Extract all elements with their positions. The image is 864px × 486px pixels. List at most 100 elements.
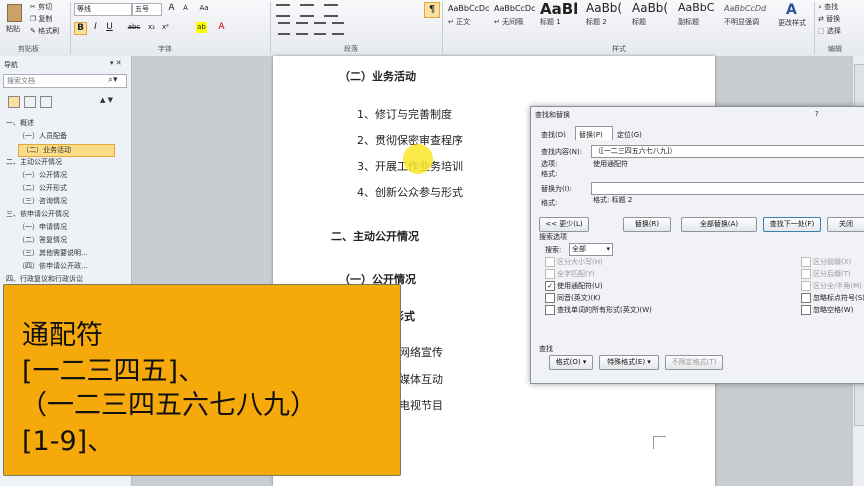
nav-results-tab[interactable] [40, 96, 52, 108]
style-name: 标题 1 [540, 18, 561, 26]
change-case-button[interactable]: Aa [196, 3, 212, 14]
copy-button[interactable]: ❐ 复制 [30, 14, 53, 24]
annotation-line: （一二三四五六七八九） [20, 390, 317, 421]
underline-button[interactable]: U [104, 22, 115, 33]
style-heading2[interactable]: AaBb(标题 2 [584, 0, 628, 40]
justify-icon[interactable] [332, 22, 344, 35]
help-icon[interactable]: ? [815, 110, 819, 118]
font-size-select[interactable]: 五号 [132, 3, 162, 16]
select-button[interactable]: ⬚ 选择 [818, 26, 841, 36]
tab-goto[interactable]: 定位(G) [617, 130, 642, 140]
doc-line[interactable]: 网络宣传 [399, 344, 443, 360]
nav-heading-item[interactable]: （二）公开形式 [18, 183, 67, 194]
nav-close-icon[interactable]: ▾ ✕ [110, 59, 122, 67]
nav-heading-item[interactable]: （一）人员配备 [18, 131, 67, 142]
doc-line[interactable]: 1、修订与完善制度 [357, 106, 452, 122]
doc-line[interactable]: 4、创新公众参与形式 [357, 184, 463, 200]
find-next-button[interactable]: 查找下一处(F) [763, 217, 821, 232]
search-direction-select[interactable]: 全部 ▾ [569, 243, 613, 256]
style-subtle-emphasis[interactable]: AaBbCcDd 不明显强调 [722, 0, 766, 40]
nav-heading-item[interactable]: 二、主动公开情况 [6, 157, 62, 168]
checkbox[interactable]: ✓ [545, 281, 555, 291]
strikethrough-button[interactable]: abc [126, 22, 142, 33]
nav-heading-item[interactable]: 三、依申请公开情况 [6, 209, 69, 220]
font-name-select[interactable]: 等线 [74, 3, 132, 16]
copy-label: 复制 [38, 15, 53, 23]
style-name: 副标题 [678, 18, 699, 26]
nav-heading-item[interactable]: （二）答复情况 [18, 235, 67, 246]
search-icon[interactable]: ⌕▾ [108, 75, 118, 85]
find-replace-dialog: 查找和替换 ? 查找(D) 替换(P) 定位(G) 查找内容(N): （[一二三… [530, 106, 864, 384]
checkbox[interactable] [545, 305, 555, 315]
multilevel-list-icon[interactable] [324, 4, 338, 17]
nav-headings-tab[interactable] [8, 96, 20, 108]
nav-heading-item[interactable]: （四）依申请公开政... [18, 261, 88, 272]
style-subtitle[interactable]: AaBbC 副标题 [676, 0, 720, 40]
show-marks-icon[interactable]: ¶ [424, 2, 440, 18]
page-corner-mark [653, 436, 666, 449]
font-color-button[interactable]: A [216, 22, 227, 33]
nav-heading-item[interactable]: （一）公开情况 [18, 170, 67, 181]
cut-button[interactable]: ✂ 剪切 [30, 2, 52, 12]
replace-all-button[interactable]: 全部替换(A) [681, 217, 757, 232]
align-right-icon[interactable] [314, 22, 326, 35]
nav-heading-item[interactable]: （一）申请情况 [18, 222, 67, 233]
bold-button[interactable]: B [74, 22, 87, 35]
checkbox[interactable] [545, 293, 555, 303]
checkbox[interactable] [801, 257, 811, 267]
italic-button[interactable]: I [90, 22, 101, 33]
special-menu-button[interactable]: 特殊格式(E) ▾ [599, 355, 659, 370]
doc-line[interactable]: 媒体互动 [399, 371, 443, 387]
doc-line[interactable]: 电视节目 [399, 397, 443, 413]
checkbox[interactable] [545, 257, 555, 267]
replace-button[interactable]: ⇄ 替换 [818, 14, 840, 24]
find-input[interactable]: （[一二三四五六七八九]） [591, 145, 864, 158]
doc-heading[interactable]: （二）业务活动 [339, 68, 416, 84]
checkbox[interactable] [545, 269, 555, 279]
nav-pages-tab[interactable] [24, 96, 36, 108]
checkbox-label: 查找单词的所有形式(英文)(W) [557, 306, 652, 314]
nav-heading-item[interactable]: （二）业务活动 [18, 144, 115, 157]
style-title[interactable]: AaBb(标题 [630, 0, 674, 40]
doc-heading[interactable]: 二、主动公开情况 [331, 228, 419, 244]
grow-font-button[interactable]: A [166, 3, 177, 14]
close-button[interactable]: 关闭 [827, 217, 864, 232]
tab-replace[interactable]: 替换(P) [575, 126, 613, 140]
checkbox[interactable] [801, 281, 811, 291]
checkbox[interactable] [801, 293, 811, 303]
tab-find[interactable]: 查找(D) [541, 130, 566, 140]
nav-heading-item[interactable]: （三）咨询情况 [18, 196, 67, 207]
find-button[interactable]: ⌕ 查找 [818, 2, 838, 12]
subscript-button[interactable]: x₂ [146, 22, 157, 33]
shrink-font-button[interactable]: A [180, 3, 191, 14]
less-button[interactable]: << 更少(L) [539, 217, 589, 232]
paste-button[interactable]: 粘贴 [4, 2, 24, 38]
bullets-icon[interactable] [276, 4, 290, 17]
chevron-down-icon: ▾ [606, 245, 610, 253]
align-center-icon[interactable] [296, 22, 308, 35]
format-menu-button[interactable]: 格式(O) ▾ [549, 355, 593, 370]
nav-up-down-icon[interactable]: ▲ ▼ [100, 96, 113, 104]
nav-heading-item[interactable]: （三）其他需要说明... [18, 248, 88, 259]
no-format-button[interactable]: 不限定格式(T) [665, 355, 723, 370]
nav-heading-item[interactable]: 一、概述 [6, 118, 34, 129]
style-no-spacing[interactable]: AaBbCcDc ↵ 无间隔 [492, 0, 536, 40]
replace-input[interactable] [591, 182, 864, 195]
style-name: ↵ 正文 [448, 18, 471, 26]
replace-format-value: 格式: 标题 2 [593, 195, 632, 205]
style-name: 标题 [632, 18, 646, 26]
cut-label: 剪切 [38, 3, 53, 11]
options-value: 使用通配符 [593, 160, 628, 168]
style-normal[interactable]: AaBbCcDc ↵ 正文 [446, 0, 490, 40]
style-heading1[interactable]: AaBl 标题 1 [538, 0, 582, 40]
checkbox[interactable] [801, 269, 811, 279]
highlight-icon[interactable]: ab [196, 22, 207, 33]
checkbox[interactable] [801, 305, 811, 315]
align-left-icon[interactable] [278, 22, 290, 35]
change-styles-button[interactable]: A 更改样式 [778, 0, 812, 40]
format-painter-button[interactable]: ✎ 格式刷 [30, 26, 59, 36]
nav-search-input[interactable]: 搜索文档 ⌕▾ [3, 74, 127, 88]
superscript-button[interactable]: x² [160, 22, 171, 33]
numbering-icon[interactable] [300, 4, 314, 17]
replace-one-button[interactable]: 替换(R) [623, 217, 671, 232]
